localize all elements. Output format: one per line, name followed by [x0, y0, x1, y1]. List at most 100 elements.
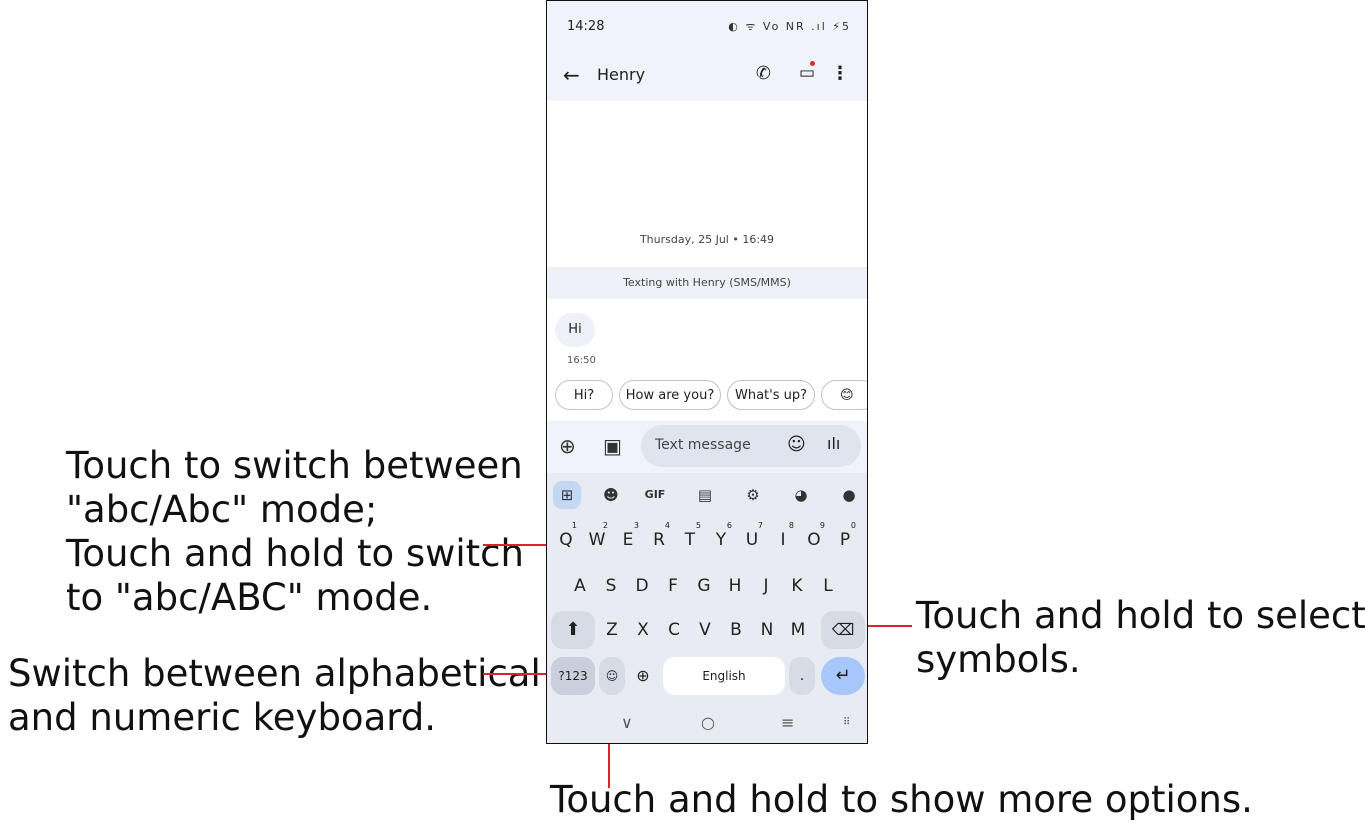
- callout-shift: Touch to switch between "abc/Abc" mode; …: [66, 444, 524, 620]
- message-composer: ⊕ ▣ Text message ☺ ılı: [547, 421, 867, 473]
- key-j[interactable]: J: [753, 567, 779, 605]
- space-bar[interactable]: English: [663, 657, 785, 695]
- status-icons: ◐ ᯤ Vo NR .ıl ⚡5: [728, 20, 851, 33]
- message-bubble[interactable]: Hi: [555, 313, 595, 347]
- conversation-area: Thursday, 25 Jul • 16:49 Texting with He…: [547, 101, 867, 421]
- key-i-digit: 8: [788, 521, 794, 530]
- smart-reply-chip[interactable]: Hi?: [555, 380, 613, 410]
- key-h[interactable]: H: [722, 567, 748, 605]
- keyboard: ⊞ ☻ GIF ▤ ⚙ ◕ ● Q1 W2 E3 R4 T5 Y6 U7 I8 …: [547, 473, 867, 743]
- key-d[interactable]: D: [629, 567, 655, 605]
- key-s[interactable]: S: [598, 567, 624, 605]
- callout-numeric: Switch between alphabetical and numeric …: [8, 652, 541, 740]
- callout-numeric-line-1: Switch between alphabetical: [8, 652, 541, 695]
- key-t[interactable]: T5: [677, 521, 703, 559]
- key-o-digit: 9: [819, 521, 825, 530]
- key-l[interactable]: L: [815, 567, 841, 605]
- key-t-label: T: [684, 530, 696, 550]
- callout-shift-line-3: Touch and hold to switch: [66, 532, 524, 575]
- settings-gear-icon[interactable]: ⚙: [739, 481, 767, 509]
- apps-grid-icon[interactable]: ⊞: [553, 481, 581, 509]
- callout-emoji: Touch and hold to show more options.: [550, 778, 1253, 822]
- backspace-key[interactable]: ⌫: [821, 611, 865, 649]
- message-input[interactable]: Text message ☺ ılı: [641, 425, 861, 467]
- gif-button[interactable]: GIF: [641, 481, 669, 509]
- key-i-label: I: [780, 530, 786, 550]
- key-t-digit: 5: [695, 521, 701, 530]
- key-e-digit: 3: [633, 521, 639, 530]
- key-u-label: U: [745, 530, 759, 550]
- notification-dot: [810, 61, 815, 66]
- key-k[interactable]: K: [784, 567, 810, 605]
- key-w[interactable]: W2: [584, 521, 610, 559]
- key-q-digit: 1: [571, 521, 577, 530]
- key-u-digit: 7: [757, 521, 763, 530]
- key-n[interactable]: N: [754, 611, 780, 649]
- smart-reply-chip[interactable]: What's up?: [727, 380, 815, 410]
- nav-recents-icon[interactable]: ≡: [781, 713, 794, 732]
- callout-shift-line-1: Touch to switch between: [66, 444, 523, 487]
- shift-key[interactable]: ⬆: [551, 611, 595, 649]
- message-placeholder: Text message: [655, 437, 751, 453]
- emoji-key[interactable]: ☺: [599, 657, 625, 695]
- key-p-digit: 0: [850, 521, 856, 530]
- nav-hide-keyboard-icon[interactable]: ∨: [621, 713, 633, 732]
- key-o-label: O: [807, 530, 821, 550]
- key-y[interactable]: Y6: [708, 521, 734, 559]
- language-globe-icon[interactable]: ⊕: [629, 657, 657, 695]
- key-g[interactable]: G: [691, 567, 717, 605]
- back-arrow-icon[interactable]: ←: [563, 63, 580, 87]
- key-c[interactable]: C: [661, 611, 687, 649]
- symbols-key[interactable]: ?123: [551, 657, 595, 695]
- clipboard-icon[interactable]: ▤: [691, 481, 719, 509]
- nav-home-icon[interactable]: ○: [701, 713, 715, 732]
- callout-shift-line-2: "abc/Abc" mode;: [66, 488, 378, 531]
- key-f[interactable]: F: [660, 567, 686, 605]
- voice-input-mic-icon[interactable]: ●: [835, 481, 863, 509]
- key-w-digit: 2: [602, 521, 608, 530]
- add-attachment-icon[interactable]: ⊕: [559, 434, 576, 458]
- smart-reply-emoji-chip[interactable]: 😊: [821, 380, 867, 410]
- leader-numeric: [483, 673, 553, 675]
- callout-symbols: Touch and hold to select symbols.: [916, 594, 1365, 682]
- key-x[interactable]: X: [630, 611, 656, 649]
- key-a[interactable]: A: [567, 567, 593, 605]
- key-e[interactable]: E3: [615, 521, 641, 559]
- key-z[interactable]: Z: [599, 611, 625, 649]
- voice-message-icon[interactable]: ılı: [827, 434, 840, 453]
- emoji-picker-icon[interactable]: ☺: [787, 434, 806, 455]
- more-options-icon[interactable]: ⋮: [831, 63, 849, 84]
- contact-name: Henry: [597, 65, 646, 84]
- status-time: 14:28: [567, 19, 605, 34]
- callout-symbols-line-1: Touch and hold to select: [916, 594, 1365, 637]
- key-i[interactable]: I8: [770, 521, 796, 559]
- message-time: 16:50: [567, 355, 596, 366]
- key-q[interactable]: Q1: [553, 521, 579, 559]
- period-key[interactable]: .: [789, 657, 815, 695]
- conversation-date: Thursday, 25 Jul • 16:49: [639, 233, 775, 246]
- key-p[interactable]: P0: [832, 521, 858, 559]
- key-y-label: Y: [715, 530, 727, 550]
- call-icon[interactable]: ✆: [756, 63, 771, 84]
- conversation-header: ← Henry ✆ ▭ ⋮: [547, 57, 867, 101]
- callout-emoji-line: Touch and hold to show more options.: [550, 778, 1253, 821]
- key-u[interactable]: U7: [739, 521, 765, 559]
- callout-symbols-line-2: symbols.: [916, 638, 1081, 681]
- enter-key[interactable]: ↵: [821, 657, 865, 695]
- callout-shift-line-4: to "abc/ABC" mode.: [66, 576, 433, 619]
- key-r[interactable]: R4: [646, 521, 672, 559]
- key-b[interactable]: B: [723, 611, 749, 649]
- key-v[interactable]: V: [692, 611, 718, 649]
- texting-info: Texting with Henry (SMS/MMS): [547, 267, 867, 299]
- key-o[interactable]: O9: [801, 521, 827, 559]
- smart-reply-chip[interactable]: How are you?: [619, 380, 721, 410]
- key-q-label: Q: [559, 530, 573, 550]
- key-y-digit: 6: [726, 521, 732, 530]
- key-r-digit: 4: [664, 521, 670, 530]
- key-m[interactable]: M: [785, 611, 811, 649]
- video-call-icon[interactable]: ▭: [799, 63, 815, 83]
- nav-keyboard-switch-icon[interactable]: ⠿: [843, 717, 850, 728]
- gallery-icon[interactable]: ▣: [603, 434, 622, 458]
- theme-palette-icon[interactable]: ◕: [787, 481, 815, 509]
- sticker-icon[interactable]: ☻: [597, 481, 625, 509]
